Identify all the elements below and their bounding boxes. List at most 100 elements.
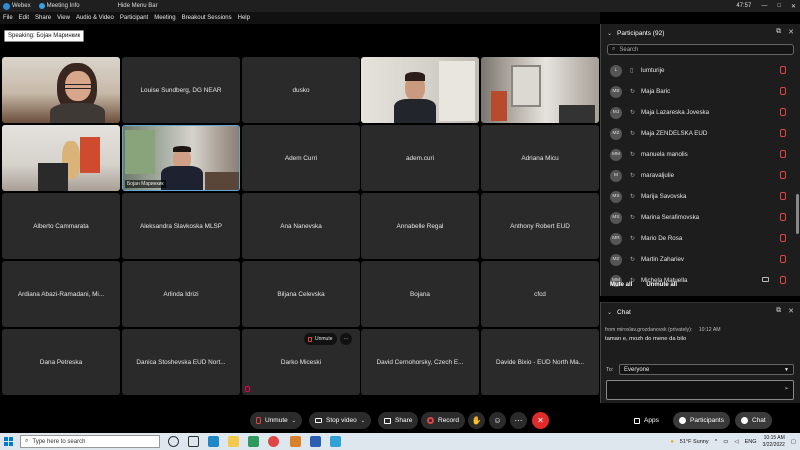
meeting-info-button[interactable]: Meeting Info xyxy=(38,3,80,9)
cortana-icon[interactable] xyxy=(168,436,179,447)
record-button[interactable]: Record xyxy=(421,412,465,429)
mic-muted-icon[interactable] xyxy=(780,192,786,200)
participant-row[interactable]: L ▯ lumturije xyxy=(601,60,799,81)
chrome-icon[interactable] xyxy=(268,436,279,447)
language-indicator[interactable]: ENG xyxy=(745,439,757,445)
participant-row[interactable]: MR ↻ Mario De Rosa xyxy=(601,228,799,249)
menu-participant[interactable]: Participant xyxy=(120,15,148,21)
video-tile[interactable]: Adriana Micu xyxy=(481,125,599,191)
menu-share[interactable]: Share xyxy=(35,15,51,21)
leave-meeting-button[interactable]: ✕ xyxy=(532,412,549,429)
network-icon[interactable]: ▭ xyxy=(723,439,728,445)
word-icon[interactable] xyxy=(310,436,321,447)
menu-edit[interactable]: Edit xyxy=(19,15,29,21)
file-explorer-icon[interactable] xyxy=(228,436,239,447)
popout-icon[interactable]: ⧉ xyxy=(776,28,781,36)
participant-row[interactable]: MS ↻ Marina Serafimovska xyxy=(601,207,799,228)
video-tile[interactable]: Louise Sundberg, DG NEAR xyxy=(122,57,240,123)
tray-arrow-icon[interactable]: ^ xyxy=(715,439,718,445)
video-tile[interactable]: Dana Petreska xyxy=(2,329,120,395)
video-tile[interactable]: Ana Nanevska xyxy=(242,193,360,259)
video-tile[interactable] xyxy=(2,57,120,123)
video-tile[interactable]: Adem Curri xyxy=(242,125,360,191)
menu-meeting[interactable]: Meeting xyxy=(154,15,175,21)
hide-menu-bar-button[interactable]: Hide Menu Bar xyxy=(118,3,158,9)
mic-muted-icon[interactable] xyxy=(780,171,786,179)
video-tile[interactable]: adem.curi xyxy=(361,125,479,191)
share-button[interactable]: Share xyxy=(378,412,419,429)
minimize-button[interactable]: — xyxy=(761,3,767,9)
video-tile[interactable]: Biljana Celevska xyxy=(242,261,360,327)
mic-muted-icon[interactable] xyxy=(780,108,786,116)
participant-row[interactable]: MM ↻ manuela manolis xyxy=(601,144,799,165)
participants-scrollbar[interactable] xyxy=(796,194,799,234)
taskbar-clock[interactable]: 10:15 AM 3/22/2022 xyxy=(763,435,785,449)
raise-hand-button[interactable]: ✋ xyxy=(468,412,485,429)
mic-muted-icon[interactable] xyxy=(780,276,786,284)
notification-icon[interactable]: ▢ xyxy=(791,439,796,445)
video-tile[interactable]: Arlinda Idrizi xyxy=(122,261,240,327)
mute-all-button[interactable]: Mute all xyxy=(610,282,632,288)
tile-unmute-button[interactable]: Unmute xyxy=(304,333,337,345)
participant-row[interactable]: M ↻ maravaljulie xyxy=(601,165,799,186)
chat-button[interactable]: Chat xyxy=(735,412,772,429)
mic-muted-icon[interactable] xyxy=(780,150,786,158)
video-tile[interactable]: Ardiana Abazi-Ramadani, Mi... xyxy=(2,261,120,327)
video-tile[interactable]: Anthony Robert EUD xyxy=(481,193,599,259)
mic-muted-icon[interactable] xyxy=(780,66,786,74)
participant-row[interactable]: MZ ↻ Martin Zahariev xyxy=(601,249,799,270)
popout-icon[interactable]: ⧉ xyxy=(776,307,781,315)
video-tile[interactable] xyxy=(481,57,599,123)
participant-row[interactable]: MZ ↻ Maja ZENDELSKA EUD xyxy=(601,123,799,144)
participant-row[interactable]: MJ ↻ Maja Lazareska Joveska xyxy=(601,102,799,123)
more-options-button[interactable]: ⋯ xyxy=(510,412,527,429)
menu-file[interactable]: File xyxy=(3,15,13,21)
volume-icon[interactable]: ◁ xyxy=(734,439,738,445)
chat-message-input[interactable]: ➢ xyxy=(606,380,794,400)
collapse-chevron-icon[interactable]: ⌄ xyxy=(607,309,612,316)
start-button[interactable] xyxy=(4,437,13,446)
video-tile[interactable]: cfcd xyxy=(481,261,599,327)
edge-icon[interactable] xyxy=(208,436,219,447)
video-tile[interactable]: Alberto Cammarata xyxy=(2,193,120,259)
unmute-button[interactable]: Unmute ⌄ xyxy=(250,412,302,429)
close-button[interactable]: ✕ xyxy=(791,3,796,10)
reactions-button[interactable]: ☺ xyxy=(489,412,506,429)
video-tile[interactable]: Aleksandra Slavkoska MLSP xyxy=(122,193,240,259)
unmute-all-button[interactable]: Unmute all xyxy=(646,282,677,288)
video-tile[interactable]: Darko Miceski Unmute ··· xyxy=(242,329,360,395)
mic-muted-icon[interactable] xyxy=(780,213,786,221)
close-panel-icon[interactable]: ✕ xyxy=(788,307,794,315)
video-tile[interactable] xyxy=(2,125,120,191)
participant-row[interactable]: MB ↻ Maja Baric xyxy=(601,81,799,102)
video-tile[interactable] xyxy=(361,57,479,123)
mic-muted-icon[interactable] xyxy=(780,87,786,95)
video-tile-active-speaker[interactable]: Бојан Маринкик xyxy=(122,125,240,191)
video-tile[interactable]: Danica Stoshevska EUD Nort... xyxy=(122,329,240,395)
participants-search-input[interactable]: ⌕ Search xyxy=(607,44,794,55)
collapse-chevron-icon[interactable]: ⌄ xyxy=(607,30,612,37)
tile-more-button[interactable]: ··· xyxy=(340,333,352,345)
mic-muted-icon[interactable] xyxy=(780,255,786,263)
send-icon[interactable]: ➢ xyxy=(784,385,789,392)
chat-recipient-select[interactable]: Everyone ▼ xyxy=(619,364,794,375)
menu-audio-video[interactable]: Audio & Video xyxy=(76,15,114,21)
mic-muted-icon[interactable] xyxy=(780,234,786,242)
video-tile[interactable]: dusko xyxy=(242,57,360,123)
video-tile[interactable]: David Cernohorsky, Czech E... xyxy=(361,329,479,395)
menu-breakout[interactable]: Breakout Sessions xyxy=(182,15,232,21)
webex-taskbar-icon[interactable] xyxy=(330,436,341,447)
taskbar-search-input[interactable]: ⌕ Type here to search xyxy=(20,435,160,448)
excel-icon[interactable] xyxy=(248,436,259,447)
video-tile[interactable]: Davide Bixio - EUD North Ma... xyxy=(481,329,599,395)
menu-view[interactable]: View xyxy=(57,15,70,21)
mic-muted-icon[interactable] xyxy=(780,129,786,137)
video-tile[interactable]: Annabelle Regal xyxy=(361,193,479,259)
outlook-icon[interactable] xyxy=(290,436,301,447)
menu-help[interactable]: Help xyxy=(238,15,250,21)
close-panel-icon[interactable]: ✕ xyxy=(788,28,794,36)
participants-button[interactable]: Participants xyxy=(673,412,730,429)
maximize-button[interactable]: □ xyxy=(777,3,781,9)
participant-row[interactable]: MS ↻ Marija Savovska xyxy=(601,186,799,207)
apps-button[interactable]: Apps xyxy=(628,412,665,429)
